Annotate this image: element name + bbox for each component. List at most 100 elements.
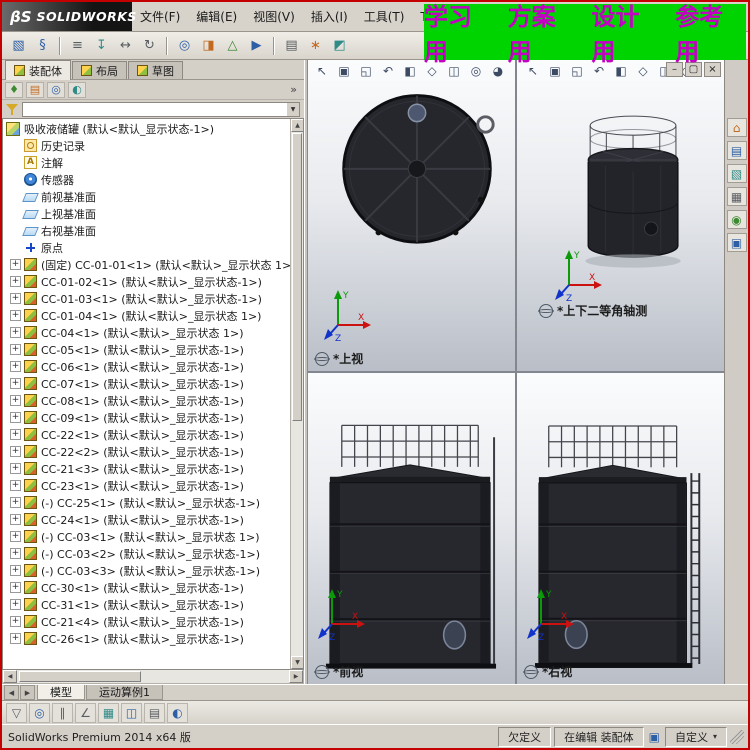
filter-input[interactable]: [22, 102, 288, 117]
tree-item[interactable]: + CC-09<1> (默认<默认>_显示状态-1>): [3, 409, 290, 426]
expander-icon[interactable]: +: [10, 378, 21, 389]
menu-item[interactable]: 编辑(E): [188, 8, 245, 25]
expander-icon[interactable]: +: [10, 344, 21, 355]
expander-icon[interactable]: +: [10, 514, 21, 525]
tree-item[interactable]: + CC-01-04<1> (默认<默认>_显示状态 1>): [3, 307, 290, 324]
tree-item[interactable]: 历史记录: [3, 137, 290, 154]
featuremanager-tree-icon[interactable]: ♦: [5, 82, 23, 98]
panel-tab[interactable]: 草图: [128, 61, 183, 79]
document-tab[interactable]: 运动算例1: [86, 685, 163, 700]
linear-pattern-icon[interactable]: ≡: [66, 35, 89, 57]
tree-item[interactable]: + CC-31<1> (默认<默认>_显示状态-1>): [3, 596, 290, 613]
tree-item[interactable]: + CC-24<1> (默认<默认>_显示状态-1>): [3, 511, 290, 528]
section-view-icon[interactable]: ◧: [400, 62, 420, 80]
expander-icon[interactable]: +: [10, 599, 21, 610]
select-arrow-icon[interactable]: ↖: [312, 62, 332, 80]
menu-item[interactable]: 工具(T): [356, 8, 413, 25]
tree-vertical-scrollbar[interactable]: [290, 119, 303, 669]
custom-properties-icon[interactable]: ▣: [727, 233, 747, 252]
expander-icon[interactable]: +: [10, 361, 21, 372]
tree-horizontal-scrollbar[interactable]: [2, 670, 304, 684]
tree-item[interactable]: + CC-22<2> (默认<默认>_显示状态-1>): [3, 443, 290, 460]
expander-icon[interactable]: +: [10, 565, 21, 576]
propertymanager-icon[interactable]: ▤: [26, 82, 44, 98]
expander-icon[interactable]: +: [10, 633, 21, 644]
overflow-chevron-icon[interactable]: »: [286, 83, 301, 96]
tree-item[interactable]: + (-) CC-03<1> (默认<默认>_显示状态 1>): [3, 528, 290, 545]
scroll-left-icon[interactable]: [3, 670, 17, 683]
scroll-up-icon[interactable]: [291, 119, 304, 132]
motion-study-icon[interactable]: ▶: [245, 35, 268, 57]
tree-item[interactable]: + (-) CC-03<3> (默认<默认>_显示状态-1>): [3, 562, 290, 579]
line-tool-icon[interactable]: ∥: [52, 703, 73, 723]
menu-item[interactable]: 文件(F): [132, 8, 188, 25]
scroll-down-icon[interactable]: [291, 656, 304, 669]
interference-detection-icon[interactable]: ◩: [328, 35, 351, 57]
expander-icon[interactable]: +: [10, 480, 21, 491]
displaymanager-icon[interactable]: ◐: [68, 82, 86, 98]
expander-icon[interactable]: +: [10, 497, 21, 508]
expander-icon[interactable]: +: [10, 327, 21, 338]
home-icon[interactable]: ⌂: [727, 118, 747, 137]
expander-icon[interactable]: +: [10, 395, 21, 406]
scroll-right-icon[interactable]: [289, 670, 303, 683]
file-explorer-icon[interactable]: ▧: [727, 164, 747, 183]
tree-item[interactable]: + (-) CC-25<1> (默认<默认>_显示状态-1>): [3, 494, 290, 511]
tree-item[interactable]: + CC-08<1> (默认<默认>_显示状态-1>): [3, 392, 290, 409]
zoom-area-icon[interactable]: ◱: [356, 62, 376, 80]
expander-icon[interactable]: +: [10, 259, 21, 270]
smart-fasteners-icon[interactable]: ↧: [90, 35, 113, 57]
expander-icon[interactable]: +: [10, 531, 21, 542]
viewport-pane-isometric-view[interactable]: Y X Z *上下二等角轴测: [517, 60, 724, 371]
tree-item[interactable]: 右视基准面: [3, 222, 290, 239]
custom-dropdown[interactable]: 自定义 ▾: [665, 727, 727, 747]
display-tool-icon[interactable]: ◐: [167, 703, 188, 723]
view-palette-icon[interactable]: ▦: [727, 187, 747, 206]
insert-component-icon[interactable]: ▧: [7, 35, 30, 57]
scrollbar-thumb[interactable]: [292, 133, 302, 421]
viewport-pane-top-view[interactable]: Y X Z *上视: [308, 60, 515, 371]
expander-icon[interactable]: +: [10, 548, 21, 559]
expander-icon[interactable]: +: [10, 446, 21, 457]
expander-icon[interactable]: +: [10, 293, 21, 304]
viewport-pane-right-view[interactable]: Y X Z *右视: [517, 373, 724, 684]
tree-item[interactable]: + CC-01-02<1> (默认<默认>_显示状态-1>): [3, 273, 290, 290]
tree-item[interactable]: 前视基准面: [3, 188, 290, 205]
design-library-icon[interactable]: ▤: [727, 141, 747, 160]
tree-item[interactable]: + CC-06<1> (默认<默认>_显示状态-1>): [3, 358, 290, 375]
expander-icon[interactable]: +: [10, 582, 21, 593]
tree-item[interactable]: + (-) CC-03<2> (默认<默认>_显示状态-1>): [3, 545, 290, 562]
exploded-view-icon[interactable]: ∗: [304, 35, 327, 57]
viewport-pane-front-view[interactable]: Y X Z *前视: [308, 373, 515, 684]
appearances-icon[interactable]: ◉: [727, 210, 747, 229]
scrollbar-track[interactable]: [291, 132, 303, 656]
filter-dropdown-icon[interactable]: [287, 102, 300, 117]
show-hide-components-icon[interactable]: ◎: [173, 35, 196, 57]
menu-item[interactable]: 视图(V): [245, 8, 303, 25]
tree-item[interactable]: 注解: [3, 154, 290, 171]
scrollbar-thumb[interactable]: [19, 671, 141, 682]
tree-item[interactable]: + CC-23<1> (默认<默认>_显示状态-1>): [3, 477, 290, 494]
rotate-component-icon[interactable]: ↻: [138, 35, 161, 57]
scrollbar-track[interactable]: [17, 670, 289, 683]
section-tool-icon[interactable]: ◫: [121, 703, 142, 723]
configurationmanager-icon[interactable]: ◎: [47, 82, 65, 98]
expander-icon[interactable]: +: [10, 310, 21, 321]
selection-filter-icon[interactable]: ▽: [6, 703, 27, 723]
panel-tab[interactable]: 装配体: [5, 60, 71, 80]
expander-icon[interactable]: +: [10, 412, 21, 423]
expander-icon[interactable]: +: [10, 429, 21, 440]
tree-item[interactable]: + CC-26<1> (默认<默认>_显示状态-1>): [3, 630, 290, 647]
resize-grip[interactable]: [730, 730, 744, 744]
tree-item[interactable]: + CC-21<3> (默认<默认>_显示状态-1>): [3, 460, 290, 477]
angle-snap-icon[interactable]: ∠: [75, 703, 96, 723]
bill-of-materials-icon[interactable]: ▤: [280, 35, 303, 57]
tree-item[interactable]: + CC-07<1> (默认<默认>_显示状态-1>): [3, 375, 290, 392]
move-component-icon[interactable]: ↔: [114, 35, 137, 57]
previous-tab-button[interactable]: ◀: [4, 685, 19, 700]
tree-item[interactable]: + CC-30<1> (默认<默认>_显示状态-1>): [3, 579, 290, 596]
mate-icon[interactable]: §: [31, 35, 54, 57]
zoom-fit-icon[interactable]: ▣: [334, 62, 354, 80]
next-tab-button[interactable]: ▶: [20, 685, 35, 700]
sketch-tool-icon[interactable]: ◎: [29, 703, 50, 723]
